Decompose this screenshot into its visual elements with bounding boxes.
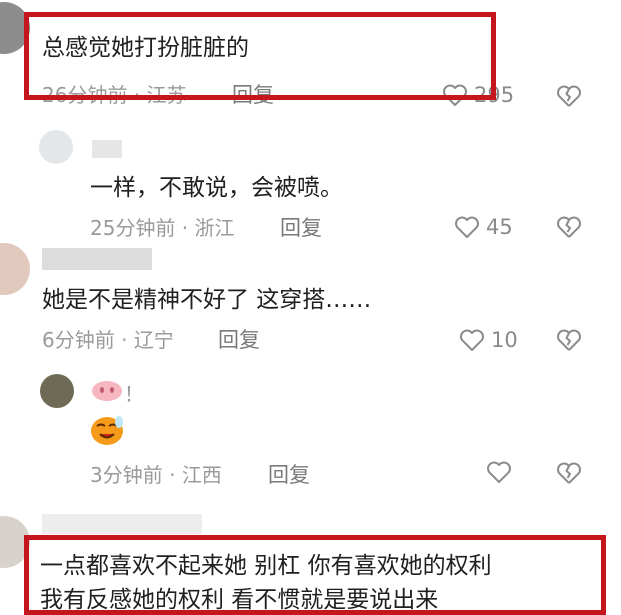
username-blurred: [92, 140, 122, 158]
highlight-box: [24, 535, 606, 615]
meta-separator: ·: [162, 463, 182, 487]
comment-text: 一样，不敢说，会被喷。: [90, 175, 343, 201]
heart-outline-icon: [455, 216, 479, 238]
reply-button[interactable]: 回复: [268, 462, 310, 488]
broken-heart-icon[interactable]: [556, 327, 582, 353]
comment-location: 江西: [181, 463, 222, 487]
like-count: 45: [486, 215, 513, 239]
avatar[interactable]: [0, 243, 30, 295]
meta-separator: ·: [175, 216, 195, 240]
like-button[interactable]: 10: [459, 327, 518, 353]
comment-location: 辽宁: [133, 328, 174, 352]
comment-meta: 25分钟前 · 浙江: [90, 215, 235, 241]
comment-time: 6分钟前: [42, 328, 115, 352]
comment-location: 浙江: [194, 216, 235, 240]
avatar[interactable]: [39, 130, 73, 164]
heart-outline-icon[interactable]: [486, 460, 512, 484]
broken-heart-icon[interactable]: [556, 83, 582, 109]
reply-button[interactable]: 回复: [218, 327, 260, 353]
username-blurred: [42, 514, 202, 534]
comment-time: 25分钟前: [90, 216, 176, 240]
comment-text: 她是不是精神不好了 这穿搭……: [42, 287, 372, 313]
broken-heart-icon[interactable]: [556, 214, 582, 240]
meta-separator: ·: [114, 328, 134, 352]
comment-time: 3分钟前: [90, 463, 163, 487]
avatar[interactable]: [40, 374, 74, 408]
broken-heart-icon[interactable]: [556, 460, 582, 486]
crying-face-emoji: [91, 416, 123, 445]
reply-button[interactable]: 回复: [280, 215, 322, 241]
heart-outline-icon: [460, 329, 484, 351]
username-blurred: [42, 248, 152, 270]
highlight-box: [24, 12, 496, 100]
like-count: 10: [491, 328, 518, 352]
exclamation-text: ！: [124, 382, 144, 406]
comment-meta: 3分钟前 · 江西: [90, 462, 222, 488]
like-button[interactable]: 45: [454, 214, 513, 240]
comment-meta: 6分钟前 · 辽宁: [42, 327, 174, 353]
pig-nose-emoji: [92, 381, 122, 401]
